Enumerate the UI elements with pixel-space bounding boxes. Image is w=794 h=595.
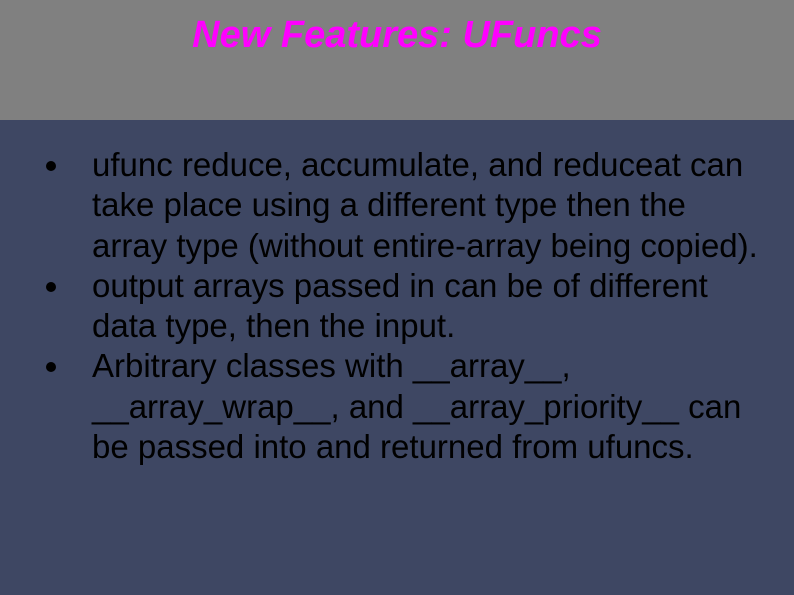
bullet-icon — [46, 161, 56, 171]
list-item: ufunc reduce, accumulate, and reduceat c… — [46, 145, 764, 266]
bullet-text: Arbitrary classes with __array__, __arra… — [92, 346, 764, 467]
bullet-icon — [46, 282, 56, 292]
header-band: New Features: UFuncs — [0, 0, 794, 120]
bullet-text: ufunc reduce, accumulate, and reduceat c… — [92, 145, 764, 266]
slide-title: New Features: UFuncs — [0, 0, 794, 57]
bullet-list: ufunc reduce, accumulate, and reduceat c… — [46, 145, 764, 467]
slide-body: ufunc reduce, accumulate, and reduceat c… — [46, 145, 764, 467]
list-item: Arbitrary classes with __array__, __arra… — [46, 346, 764, 467]
list-item: output arrays passed in can be of differ… — [46, 266, 764, 347]
bullet-text: output arrays passed in can be of differ… — [92, 266, 764, 347]
slide: New Features: UFuncs ufunc reduce, accum… — [0, 0, 794, 595]
bullet-icon — [46, 362, 56, 372]
